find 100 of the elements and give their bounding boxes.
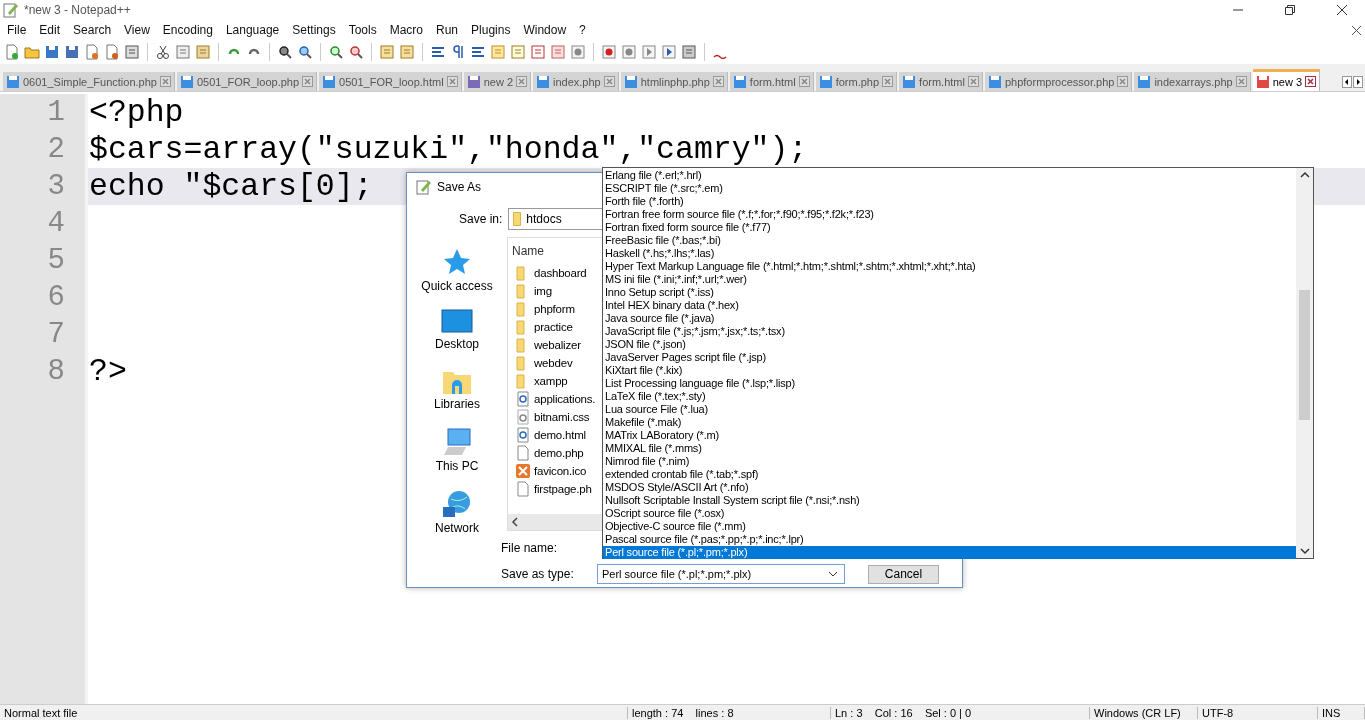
explorer-entry[interactable]: demo.html — [515, 426, 602, 444]
horizontal-scrollbar[interactable] — [508, 514, 602, 530]
file-type-option[interactable]: LaTeX file (*.tex;*.sty) — [603, 390, 1296, 403]
file-type-option[interactable]: Erlang file (*.erl;*.hrl) — [603, 169, 1296, 182]
scroll-left-icon[interactable] — [511, 517, 519, 527]
file-type-option[interactable]: Forth file (*.forth) — [603, 195, 1296, 208]
file-tab[interactable]: htmlinphp.php — [620, 72, 728, 91]
file-type-option[interactable]: Pascal source file (*.pas;*.pp;*.p;*.inc;*.lpr) — [603, 533, 1296, 546]
file-tab[interactable]: new 2 — [463, 72, 531, 91]
find-icon[interactable] — [277, 44, 293, 60]
explorer-entry[interactable]: firstpage.ph — [515, 480, 602, 498]
close-file-icon[interactable] — [84, 44, 100, 60]
file-type-option[interactable]: MATrix LABoratory (*.m) — [603, 429, 1296, 442]
file-type-option[interactable]: OScript source file (*.osx) — [603, 507, 1296, 520]
scroll-up-icon[interactable] — [1299, 171, 1310, 179]
place-link[interactable]: Network — [435, 489, 479, 535]
scroll-left-icon[interactable] — [1342, 76, 1352, 88]
menu-item[interactable]: Window — [518, 23, 575, 37]
menu-item[interactable]: ? — [574, 23, 594, 37]
file-type-option[interactable]: Nimrod file (*.nim) — [603, 455, 1296, 468]
file-type-option[interactable]: Lua source File (*.lua) — [603, 403, 1296, 416]
file-type-option[interactable]: extended crontab file (*.tab;*.spf) — [603, 468, 1296, 481]
save-as-type-dropdown[interactable]: Perl source file (*.pl;*.pm;*.plx) — [597, 564, 845, 584]
file-tab[interactable]: 0601_Simple_Function.php — [3, 72, 175, 91]
menu-item[interactable]: Run — [431, 23, 467, 37]
cancel-button[interactable]: Cancel — [868, 564, 939, 584]
menu-item[interactable]: Settings — [287, 23, 344, 37]
file-type-option[interactable]: Nullsoft Scriptable Install System script file (*.nsi;*.nsh) — [603, 494, 1296, 507]
scroll-right-icon[interactable] — [1353, 76, 1363, 88]
explorer-entry[interactable]: xampp — [515, 372, 602, 390]
menu-item[interactable]: Language — [220, 23, 288, 37]
file-tab[interactable]: phpformprocessor.php — [984, 72, 1133, 91]
explorer-entry[interactable]: img — [515, 282, 602, 300]
file-type-option[interactable]: Hyper Text Markup Language file (*.html;*.htm;*.shtml;*.shtm;*.xhtml;*.xht;*.hta) — [603, 260, 1296, 273]
file-type-option[interactable]: JSON file (*.json) — [603, 338, 1296, 351]
close-document-icon[interactable] — [1352, 25, 1361, 35]
play-icon[interactable] — [641, 44, 657, 60]
file-type-option[interactable]: Java source file (*.java) — [603, 312, 1296, 325]
file-type-option[interactable]: Makefile (*.mak) — [603, 416, 1296, 429]
pilcrow-icon[interactable] — [450, 44, 466, 60]
place-link[interactable]: Desktop — [435, 309, 479, 351]
replace-icon[interactable] — [297, 44, 313, 60]
file-tab[interactable]: form.php — [815, 72, 898, 91]
file-type-option[interactable]: Fortran fixed form source file (*.f77) — [603, 221, 1296, 234]
file-type-option[interactable]: JavaScript file (*.js;*.jsm;*.jsx;*.ts;*.tsx) — [603, 325, 1296, 338]
scroll-down-icon[interactable] — [1299, 547, 1310, 555]
menu-item[interactable]: Tools — [343, 23, 385, 37]
file-tab[interactable]: form.html — [899, 72, 983, 91]
file-type-option[interactable]: JavaServer Pages script file (*.jsp) — [603, 351, 1296, 364]
explorer-entry[interactable]: bitnami.css — [515, 408, 602, 426]
column-header[interactable]: Name — [508, 238, 602, 264]
file-tab[interactable]: new 3 — [1252, 69, 1321, 91]
menu-item[interactable]: Search — [68, 23, 120, 37]
save-all-icon[interactable] — [64, 44, 80, 60]
file-tab[interactable]: indexarrays.php — [1134, 72, 1251, 91]
file-type-option[interactable]: Haskell (*.hs;*.lhs;*.las) — [603, 247, 1296, 260]
explorer-entry[interactable]: demo.php — [515, 444, 602, 462]
place-link[interactable]: Libraries — [434, 367, 480, 411]
explorer-entry[interactable]: favicon.ico — [515, 462, 602, 480]
file-type-option[interactable]: MSDOS Style/ASCII Art (*.nfo) — [603, 481, 1296, 494]
menu-item[interactable]: Encoding — [157, 23, 221, 37]
file-tab[interactable]: 0501_FOR_loop.php — [176, 72, 318, 91]
play-multiple-icon[interactable] — [661, 44, 677, 60]
file-type-option[interactable]: KiXtart file (*.kix) — [603, 364, 1296, 377]
file-type-option[interactable]: Intel HEX binary data (*.hex) — [603, 299, 1296, 312]
place-link[interactable]: This PC — [435, 427, 479, 473]
record-icon[interactable] — [601, 44, 617, 60]
explorer-entry[interactable]: webdev — [515, 354, 602, 372]
place-link[interactable]: Quick access — [421, 247, 493, 293]
new-file-icon[interactable] — [4, 44, 20, 60]
menu-item[interactable]: Edit — [34, 23, 69, 37]
word-wrap-icon[interactable] — [430, 44, 446, 60]
file-type-option[interactable]: Fortran free form source file (*.f;*.for;*.f90;*.f95;*.f2k;*.f23) — [603, 208, 1296, 221]
explorer-entry[interactable]: dashboard — [515, 264, 602, 282]
save-in-dropdown[interactable]: htdocs — [508, 208, 604, 230]
file-tab[interactable]: 0501_FOR_loop.html — [319, 72, 462, 91]
file-type-option[interactable]: FreeBasic file (*.bas;*.bi) — [603, 234, 1296, 247]
menu-item[interactable]: View — [119, 23, 158, 37]
menu-item[interactable]: Macro — [384, 23, 431, 37]
cut-icon[interactable] — [155, 44, 171, 60]
zoom-out-icon[interactable] — [348, 44, 364, 60]
indent-guide-icon[interactable] — [470, 44, 486, 60]
explorer-entry[interactable]: webalizer — [515, 336, 602, 354]
file-type-option[interactable]: List Processing language file (*.lsp;*.lisp) — [603, 377, 1296, 390]
explorer-entry[interactable]: applications. — [515, 390, 602, 408]
file-type-option[interactable]: Perl source file (*.pl;*.pm;*.plx) — [603, 546, 1296, 559]
explorer-entry[interactable]: phpform — [515, 300, 602, 318]
file-type-option[interactable]: MMIXAL file (*.mms) — [603, 442, 1296, 455]
file-type-option[interactable]: MS ini file (*.ini;*.inf;*.url;*.wer) — [603, 273, 1296, 286]
menu-item[interactable]: Plugins — [466, 23, 519, 37]
file-type-option[interactable]: Inno Setup script (*.iss) — [603, 286, 1296, 299]
close-tab-icon[interactable] — [1305, 76, 1317, 87]
open-folder-icon[interactable] — [24, 44, 40, 60]
save-icon[interactable] — [44, 44, 60, 60]
menu-item[interactable]: File — [2, 23, 35, 37]
vertical-scrollbar[interactable] — [1296, 168, 1313, 558]
explorer-entry[interactable]: practice — [515, 318, 602, 336]
file-tab[interactable]: form.html — [729, 72, 814, 91]
file-type-option[interactable]: Objective-C source file (*.mm) — [603, 520, 1296, 533]
scrollbar-thumb[interactable] — [1299, 290, 1310, 420]
